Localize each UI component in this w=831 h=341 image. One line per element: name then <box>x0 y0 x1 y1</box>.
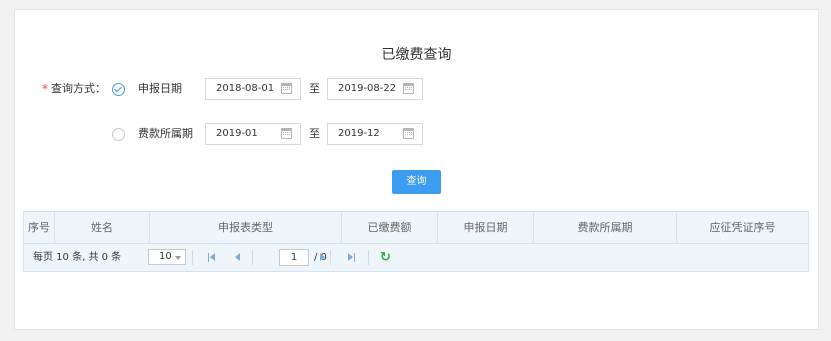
divider <box>368 250 369 265</box>
column-header[interactable]: 姓名 <box>55 212 150 243</box>
divider <box>330 250 331 265</box>
to-label: 至 <box>309 82 320 95</box>
current-page-input[interactable]: 1 <box>279 249 309 266</box>
next-page-icon[interactable] <box>320 253 325 261</box>
column-header[interactable]: 费款所属期 <box>534 212 677 243</box>
radio-declare-date[interactable] <box>112 83 125 96</box>
divider <box>192 250 193 265</box>
query-button[interactable]: 查询 <box>392 170 441 194</box>
belong-period-start-input[interactable]: 2019-01 <box>205 123 301 145</box>
chevron-down-icon <box>175 256 181 260</box>
prev-page-icon[interactable] <box>235 253 240 261</box>
required-mark: * <box>42 82 48 96</box>
first-page-icon[interactable] <box>208 253 216 262</box>
calendar-icon[interactable] <box>403 128 414 139</box>
calendar-icon[interactable] <box>403 83 414 94</box>
calendar-icon[interactable] <box>281 83 292 94</box>
calendar-icon[interactable] <box>281 128 292 139</box>
last-page-icon[interactable] <box>347 253 355 262</box>
option-belong-period-label: 费款所属期 <box>138 127 193 140</box>
pagination-bar: 每页 10 条, 共 0 条 10 1 / 0 ↻ <box>24 244 808 271</box>
divider <box>252 250 253 265</box>
column-header[interactable]: 已缴费额 <box>342 212 438 243</box>
to-label: 至 <box>309 127 320 140</box>
page-size-select[interactable]: 10 <box>148 249 186 265</box>
column-header[interactable]: 序号 <box>24 212 55 243</box>
belong-period-end-input[interactable]: 2019-12 <box>327 123 423 145</box>
column-header[interactable]: 应征凭证序号 <box>677 212 808 243</box>
option-declare-date-label: 申报日期 <box>138 82 182 95</box>
column-header[interactable]: 申报表类型 <box>150 212 342 243</box>
declare-date-end-input[interactable]: 2019-08-22 <box>327 78 423 100</box>
results-table: 序号 姓名 申报表类型 已缴费额 申报日期 费款所属期 应征凭证序号 每页 10… <box>23 211 809 272</box>
column-header[interactable]: 申报日期 <box>438 212 534 243</box>
table-header: 序号 姓名 申报表类型 已缴费额 申报日期 费款所属期 应征凭证序号 <box>24 212 808 244</box>
query-mode-label: 查询方式： <box>51 82 106 95</box>
declare-date-start-input[interactable]: 2018-08-01 <box>205 78 301 100</box>
pagination-summary: 每页 10 条, 共 0 条 <box>33 252 122 263</box>
refresh-icon[interactable]: ↻ <box>380 250 391 265</box>
radio-belong-period[interactable] <box>112 128 125 141</box>
page-title: 已缴费查询 <box>381 47 452 63</box>
